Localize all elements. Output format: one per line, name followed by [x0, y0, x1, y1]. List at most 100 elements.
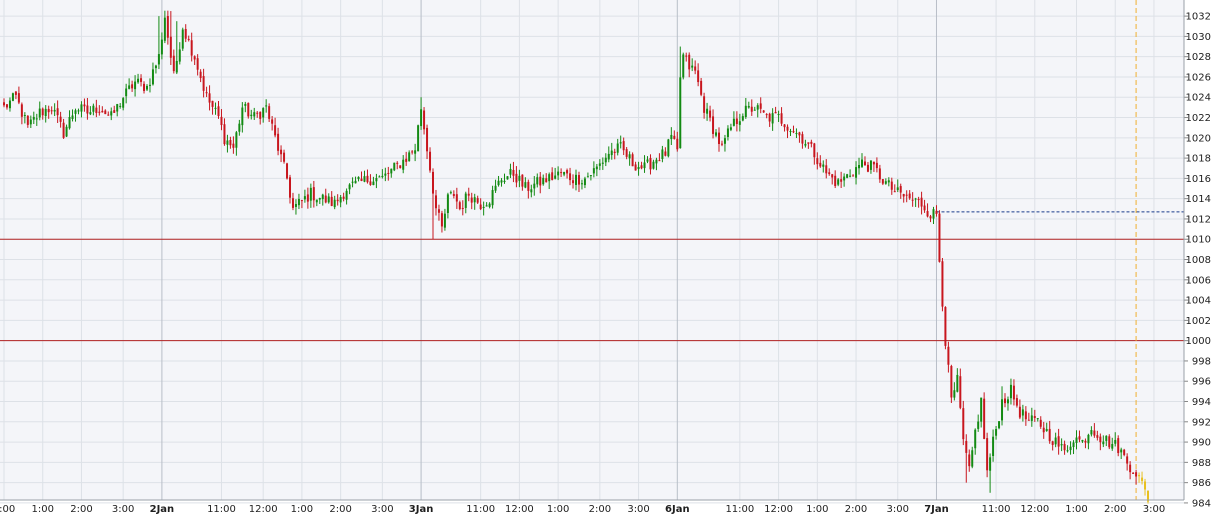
candle-body [1072, 442, 1075, 448]
candle-body [664, 151, 667, 156]
candle-body [238, 123, 241, 132]
candle-body [908, 193, 911, 199]
candle-body [286, 163, 289, 179]
candle-body [619, 142, 622, 144]
x-tick-label: 3:00 [627, 504, 649, 515]
candle-body [881, 179, 884, 184]
candle-body [1004, 398, 1006, 404]
candle-body [709, 110, 712, 118]
candle-body [446, 194, 449, 214]
candle-body [131, 84, 134, 89]
x-tick-label: 2:00 [589, 504, 611, 515]
candle-body [589, 175, 592, 177]
x-tick-label: 3:00 [887, 504, 909, 515]
candle-body [956, 374, 959, 392]
candle-body [38, 108, 41, 118]
candle-body [694, 66, 697, 71]
candle-body [396, 162, 399, 164]
x-tick-label: 12:00 [505, 504, 534, 515]
candle-body [235, 132, 238, 148]
candle-body [855, 167, 858, 178]
candle-body [223, 124, 226, 145]
candle-body [217, 106, 220, 117]
candle-body [750, 106, 753, 112]
candle-body [351, 181, 354, 183]
candle-body [148, 84, 151, 86]
candle-body [172, 55, 175, 72]
candle-body [965, 440, 968, 453]
candle-body [208, 93, 211, 103]
candle-body [83, 104, 86, 107]
candle-body [47, 108, 50, 113]
candle-body [840, 179, 843, 182]
candle-body [122, 98, 125, 108]
candle-body [706, 108, 709, 114]
candle-body [697, 70, 700, 83]
candle-body [440, 213, 443, 227]
candle-body [134, 81, 137, 90]
candle-body [89, 112, 92, 115]
candle-body [241, 107, 244, 126]
x-tick-label: 1:00 [31, 504, 53, 515]
candle-body [843, 176, 846, 181]
candle-body [140, 78, 143, 82]
candle-body [741, 116, 744, 121]
y-tick-label: 1030 [1186, 32, 1211, 43]
candle-body [628, 154, 631, 159]
candle-body [807, 142, 810, 144]
candle-body [339, 197, 342, 203]
candle-body [229, 139, 232, 146]
candle-body [607, 153, 610, 160]
x-tick-label: 7Jan [924, 504, 949, 515]
candle-body [1114, 439, 1117, 444]
candle-body [595, 166, 598, 170]
candle-body [575, 174, 577, 185]
candle-body [637, 166, 640, 170]
candle-body [1006, 399, 1009, 404]
candle-body [306, 194, 309, 202]
candle-body [452, 194, 455, 196]
candle-body [980, 397, 983, 422]
candle-body [1069, 446, 1072, 451]
x-tick-label: 11:00 [982, 504, 1011, 515]
candle-body [110, 111, 113, 116]
candle-body [872, 161, 875, 165]
candle-body [414, 150, 417, 154]
candle-body [175, 60, 178, 73]
x-tick-label: 6Jan [665, 504, 690, 515]
candle-body [318, 198, 321, 200]
candle-body [1018, 406, 1021, 418]
candle-body [598, 163, 601, 166]
candle-body [527, 181, 530, 191]
candle-body [434, 195, 437, 209]
candle-body [1141, 477, 1144, 481]
candle-body [542, 177, 545, 185]
candle-body [557, 171, 560, 176]
candle-body [461, 207, 464, 209]
x-tick-label: 11:00 [466, 504, 495, 515]
candle-body [837, 179, 840, 185]
candle-body [137, 78, 140, 83]
y-tick-label: 1028 [1186, 52, 1211, 63]
candle-body [831, 174, 834, 178]
candle-body [667, 139, 670, 157]
candle-body [399, 165, 402, 169]
candle-body [950, 366, 953, 398]
candle-body [1033, 416, 1036, 418]
candle-body [166, 16, 169, 38]
price-chart: 984 986 988 990 992 994 996 998 1000 1002 1004 1006… [0, 0, 1216, 515]
x-tick-label: 3Jan [409, 504, 434, 515]
candle-body [887, 180, 890, 183]
candle-body [786, 126, 789, 131]
candle-body [506, 176, 509, 180]
candle-body [107, 114, 110, 116]
x-tick-label: 12:00 [249, 504, 278, 515]
x-tick-label: 12:00 [764, 504, 793, 515]
candle-body [1024, 411, 1027, 420]
candle-body [247, 102, 250, 117]
candle-body [56, 108, 59, 116]
candle-body [986, 438, 989, 471]
candle-body [634, 164, 637, 171]
candle-body [759, 103, 762, 109]
candle-body [473, 197, 476, 203]
